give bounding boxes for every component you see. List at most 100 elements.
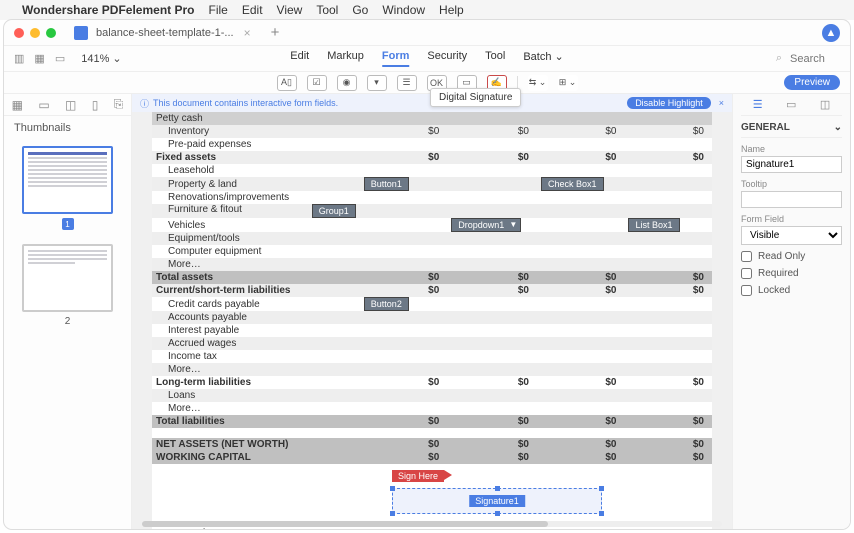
row-label: Computer equipment [152, 245, 360, 258]
tab-security[interactable]: Security [427, 50, 467, 67]
sign-here-tag: Sign Here [392, 470, 444, 482]
cell: $0 [624, 438, 712, 451]
cell: $0 [360, 415, 447, 428]
menu-view[interactable]: View [277, 3, 303, 17]
disable-highlight-button[interactable]: Disable Highlight [627, 97, 711, 109]
cell: $0 [360, 151, 447, 164]
more-tools[interactable]: ⊞ ⌄ [558, 75, 578, 91]
tooltip-input[interactable] [741, 191, 842, 208]
resize-handle[interactable] [390, 486, 395, 491]
menu-tool[interactable]: Tool [316, 3, 338, 17]
radio-tool[interactable]: ◉ [337, 75, 357, 91]
props-tab-appearance-icon[interactable]: ▭ [786, 98, 796, 111]
signature-field[interactable]: Signature1 [392, 488, 602, 514]
zoom-window-button[interactable] [46, 28, 56, 38]
preview-button[interactable]: Preview [784, 75, 840, 90]
thumbnails-panel-icon[interactable]: ▦ [12, 98, 23, 112]
dropdown-tool[interactable]: ▾ [367, 75, 387, 91]
search-input[interactable] [790, 53, 840, 65]
cell [624, 337, 712, 350]
tab-edit[interactable]: Edit [290, 50, 309, 67]
info-icon: ⓘ [140, 97, 149, 110]
menu-help[interactable]: Help [439, 3, 464, 17]
cell [624, 402, 712, 415]
align-tool[interactable]: ⇆ ⌄ [528, 75, 548, 91]
row-label: Accrued wages [152, 337, 360, 350]
form-widget[interactable]: Check Box1 [541, 177, 604, 191]
outline-panel-icon[interactable]: ▯ [92, 98, 99, 112]
name-input[interactable] [741, 156, 842, 173]
close-notice-button[interactable]: × [719, 98, 724, 108]
menu-file[interactable]: File [209, 3, 228, 17]
cell [537, 138, 624, 151]
row-label: Loans [152, 389, 360, 402]
balance-sheet-table: Petty cashInventory$0$0$0$0Pre-paid expe… [152, 112, 712, 464]
cell [447, 164, 537, 177]
cell: Check Box1 [537, 177, 624, 191]
resize-handle[interactable] [599, 486, 604, 491]
locked-check[interactable]: Locked [741, 285, 842, 296]
minimize-window-button[interactable] [30, 28, 40, 38]
visibility-select[interactable]: Visible [741, 226, 842, 245]
zoom-control[interactable]: 141% ⌄ [81, 52, 121, 65]
textfield-tool[interactable]: A▯ [277, 75, 297, 91]
page-thumbnail-2[interactable] [22, 244, 113, 312]
required-check[interactable]: Required [741, 268, 842, 279]
cell: $0 [624, 284, 712, 297]
cell [624, 245, 712, 258]
form-widget[interactable]: Button1 [364, 177, 409, 191]
main-toolbar: ▥ ▦ ▭ 141% ⌄ Edit Markup Form Security T… [4, 46, 850, 72]
row-label: Petty cash [152, 112, 360, 125]
comments-panel-icon[interactable]: ▭ [38, 98, 49, 112]
menu-go[interactable]: Go [352, 3, 368, 17]
form-widget[interactable]: Button2 [364, 297, 409, 311]
thumbnails-icon[interactable]: ▦ [34, 52, 44, 65]
tab-tool[interactable]: Tool [485, 50, 505, 67]
checkbox-tool[interactable]: ☑ [307, 75, 327, 91]
resize-handle[interactable] [495, 486, 500, 491]
cell [624, 324, 712, 337]
page-view-icon[interactable]: ▭ [55, 52, 65, 65]
close-tab-button[interactable]: × [244, 26, 251, 40]
row-label: Accounts payable [152, 311, 360, 324]
readonly-check[interactable]: Read Only [741, 251, 842, 262]
tab-markup[interactable]: Markup [327, 50, 364, 67]
row-label: Total assets [152, 271, 360, 284]
cell [447, 402, 537, 415]
page-number-label: 2 [22, 316, 113, 327]
window-controls [14, 28, 56, 38]
app-name[interactable]: Wondershare PDFelement Pro [22, 3, 195, 17]
cell: $0 [537, 451, 624, 464]
attachments-panel-icon[interactable]: ⎘ [114, 97, 124, 112]
new-tab-button[interactable]: + [271, 24, 280, 41]
row-label: Pre-paid expenses [152, 138, 360, 151]
tab-form[interactable]: Form [382, 50, 410, 67]
document-tab[interactable]: balance-sheet-template-1-... [96, 27, 234, 39]
document-viewport[interactable]: ⓘ This document contains interactive for… [132, 94, 732, 529]
props-section-general[interactable]: GENERAL⌄ [741, 116, 842, 138]
menu-edit[interactable]: Edit [242, 3, 263, 17]
page-thumbnail-1[interactable] [22, 146, 113, 214]
cell: $0 [447, 284, 537, 297]
cell: $0 [360, 438, 447, 451]
form-widget[interactable]: List Box1 [628, 218, 679, 232]
tab-batch[interactable]: Batch ⌄ [523, 50, 563, 67]
cell: $0 [537, 125, 624, 138]
resize-handle[interactable] [390, 511, 395, 516]
horizontal-scrollbar[interactable] [142, 521, 722, 527]
cell [447, 363, 537, 376]
props-tab-general-icon[interactable]: ☰ [753, 98, 763, 111]
close-window-button[interactable] [14, 28, 24, 38]
cell [360, 204, 447, 218]
sidebar-toggle-icon[interactable]: ▥ [14, 52, 24, 65]
form-widget[interactable]: Dropdown1 [451, 218, 521, 232]
listbox-tool[interactable]: ☰ [397, 75, 417, 91]
cell [624, 204, 712, 218]
bookmarks-panel-icon[interactable]: ◫ [65, 98, 76, 112]
user-avatar[interactable]: ▲ [822, 24, 840, 42]
menu-window[interactable]: Window [382, 3, 425, 17]
resize-handle[interactable] [495, 511, 500, 516]
resize-handle[interactable] [599, 511, 604, 516]
form-widget[interactable]: Group1 [312, 204, 356, 218]
props-tab-actions-icon[interactable]: ◫ [820, 98, 830, 111]
